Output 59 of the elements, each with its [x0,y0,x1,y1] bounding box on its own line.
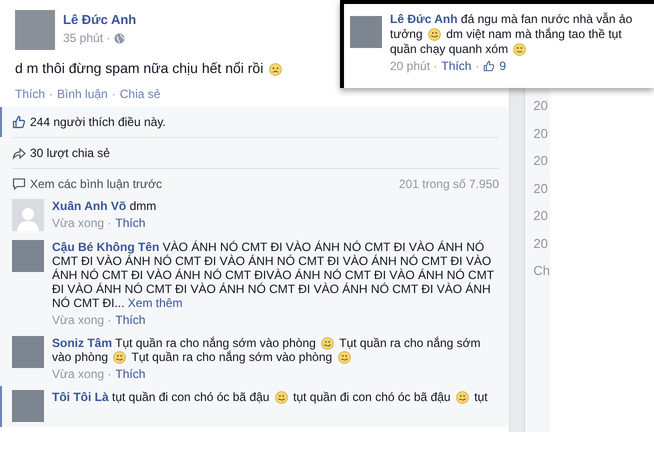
meta-text: · [475,58,480,75]
comment-count: 201 trong số 7.950 [398,177,499,191]
meta-text: Vừa xong · [52,216,112,230]
comment-text: Lê Đức Anh đá ngu mà fan nước nhà vẫn ảo tưởng dm việt nam mà thắng tao thề tụt quần chạy quanh xóm [390,12,634,57]
tongue-face-icon [428,28,441,41]
notification-toast[interactable]: Lê Đức Anh đá ngu mà fan nước nhà vẫn ảo tưởng dm việt nam mà thắng tao thề tụt quần chạy quanh xóm 20 phút · Thích · 9 [340,0,654,88]
action-link[interactable]: Chia sẻ [120,87,160,101]
tongue-face-icon [456,391,469,404]
meta-text: · [49,87,54,101]
like-link[interactable]: Thích [441,57,472,75]
avatar-photo-placeholder[interactable] [12,336,44,368]
tongue-face-icon [274,391,288,404]
like-link[interactable]: Thích [115,216,146,230]
author-link[interactable]: Tôi Tôi Là [52,390,109,404]
globe-icon [114,32,126,44]
meta-text: 20 phút · [390,58,438,75]
avatar-photo-placeholder[interactable] [350,16,382,48]
share-arrow-icon [12,146,26,160]
action-link[interactable]: Thích [15,87,46,101]
side-list-text: 20 [533,180,549,198]
side-list-text: Ch [533,262,550,280]
side-list-text: 20 [533,124,549,142]
thumbs-up-icon [483,60,496,72]
author-link[interactable]: Lê Đức Anh [390,12,458,26]
action-link[interactable]: Bình luận [57,87,108,101]
meta-text: Vừa xong · [52,313,112,327]
default-avatar[interactable] [12,199,44,231]
meta-text: · [112,87,116,101]
avatar-photo-placeholder[interactable] [15,10,55,50]
author-link[interactable]: Soniz Tâm [52,336,112,350]
side-list-text: 20 [533,152,549,170]
see-more-link[interactable]: Xem thêm [128,296,182,310]
smile-face-icon [513,43,526,56]
side-list-text: 20 [533,234,549,252]
tongue-face-icon [113,351,126,364]
comment-text: Cậu Bé Không Tên VÀO ÁNH NÓ CMT ĐI VÀO ÁNH NÓ CMT ĐI VÀO ÁNH NÓ CMT ĐI VÀO ÁNH NÓ CMT ĐI VÀO ÁNH NÓ CMT ĐI VÀO ÁNH NÓ CMT ĐI VÀO ÁNH NÓ CMT ĐI VÀO ÁNH NÓ CMT ĐIVÀO ÁNH NÓ CMT ĐI VÀO ÁNH NÓ CMT ĐI VÀO ÁNH NÓ CMT ĐI VÀO ÁNH NÓ CMT ĐI VÀO ÁNH NÓ CMT ĐI VÀO ÁNH NÓ CMT ĐI... Xem thêm [52,240,495,310]
frown-face-icon [269,63,282,76]
thumbs-up-icon [12,115,26,129]
author-link[interactable]: Cậu Bé Không Tên [52,240,160,254]
previous-comments-link[interactable]: Xem các bình luận trước [30,177,162,191]
comment-bubble-icon [12,177,26,191]
side-list-text: 20 [533,97,549,115]
avatar-photo-placeholder[interactable] [12,390,44,422]
like-link[interactable]: Thích [115,367,146,381]
like-link[interactable]: Thích [115,313,146,327]
tongue-face-icon [338,351,351,364]
author-link[interactable]: Xuân Anh Võ [52,199,126,213]
author-link[interactable]: Lê Đức Anh [63,13,136,27]
comment-text: Soniz Tâm Tụt quần ra cho nắng sớm vào phòng Tụt quần ra cho nắng sớm vào phòng Tụt quần ra cho nắng sớm vào phòng [52,336,482,364]
tongue-face-icon [321,337,334,350]
like-link[interactable]: 9 [499,57,506,75]
comment-text: Tôi Tôi Là tụt quần đi con chó óc bã đậu tụt quần đi con chó óc bã đậu tụt [52,390,489,404]
likes-text: 244 người thích điều này. [30,115,166,129]
side-list-text: 20 [533,207,549,225]
comment-text: Xuân Anh Võ dmm [52,199,158,213]
meta-text: Vừa xong · [52,367,112,381]
meta-text: 35 phút · [63,31,110,45]
avatar-photo-placeholder[interactable] [12,240,44,272]
shares-link[interactable]: 30 lượt chia sẻ [30,146,110,160]
